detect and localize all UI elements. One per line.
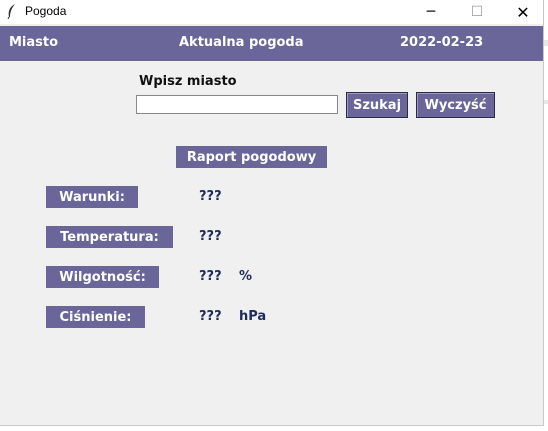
city-prompt-label: Wpisz miasto <box>139 74 237 89</box>
search-button[interactable]: Szukaj <box>346 92 408 118</box>
humidity-label: Wilgotność: <box>46 266 159 288</box>
header-city-label: Miasto <box>9 35 59 50</box>
report-title: Raport pogodowy <box>176 146 327 168</box>
header-date: 2022-02-23 <box>400 35 484 50</box>
header-current-weather-label: Aktualna pogoda <box>179 35 304 50</box>
title-bar: Pogoda ─ ☐ ✕ <box>0 0 543 24</box>
minimize-icon: ─ <box>426 4 436 20</box>
pressure-value: ??? <box>199 309 222 324</box>
humidity-unit: % <box>239 269 253 284</box>
temperature-label: Temperatura: <box>46 226 173 248</box>
temperature-value: ??? <box>199 229 222 244</box>
header-bar: Miasto Aktualna pogoda 2022-02-23 <box>0 26 543 61</box>
close-icon: ✕ <box>516 2 530 22</box>
minimize-button[interactable]: ─ <box>408 0 454 24</box>
pressure-label: Ciśnienie: <box>46 306 145 328</box>
window-title: Pogoda <box>25 4 67 18</box>
conditions-label: Warunki: <box>46 186 138 208</box>
maximize-button[interactable]: ☐ <box>454 0 500 24</box>
feather-icon <box>6 3 18 23</box>
clear-button[interactable]: Wyczyść <box>416 92 495 118</box>
humidity-value: ??? <box>199 269 222 284</box>
background-window-edge <box>544 40 548 46</box>
conditions-value: ??? <box>199 189 222 204</box>
city-input[interactable] <box>136 95 338 114</box>
pressure-unit: hPa <box>239 309 267 324</box>
app-window: Pogoda ─ ☐ ✕ Miasto Aktualna pogoda 2022… <box>0 0 544 426</box>
background-window-edge <box>544 100 548 104</box>
close-button[interactable]: ✕ <box>500 0 546 24</box>
maximize-icon: ☐ <box>470 4 484 20</box>
